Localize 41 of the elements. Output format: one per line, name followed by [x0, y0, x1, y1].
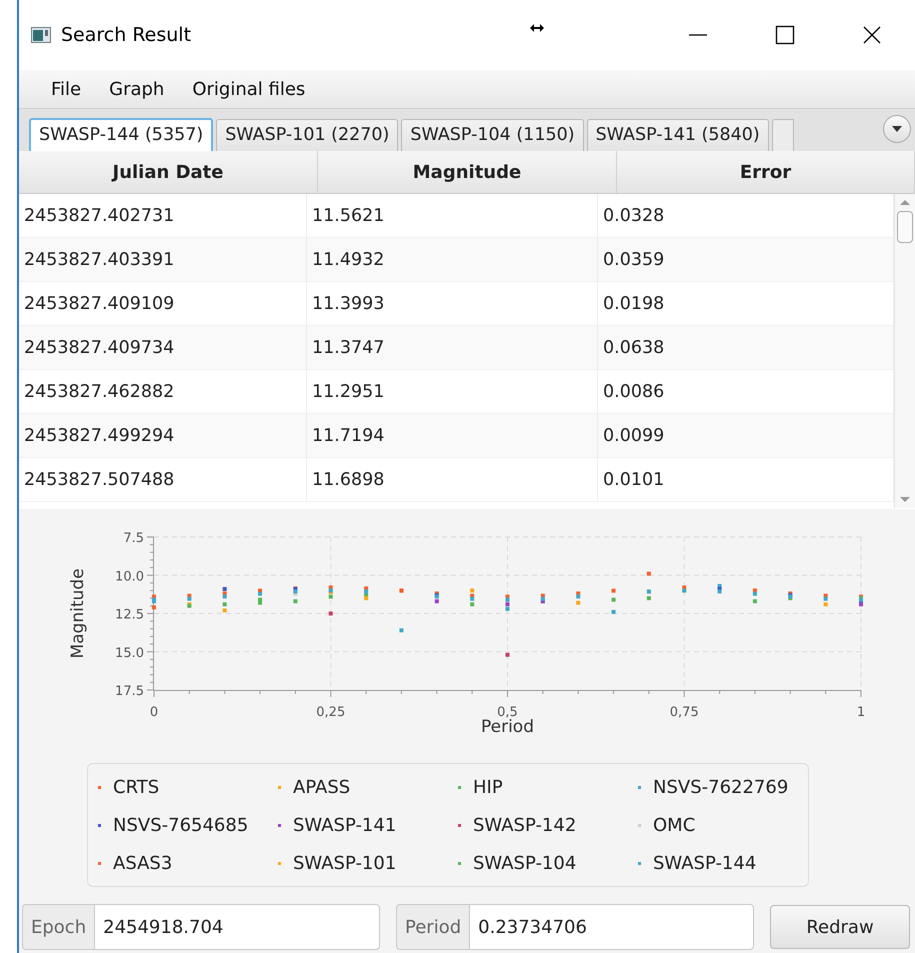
table-cell: 11.3747	[307, 326, 598, 369]
legend-label: SWASP-142	[473, 814, 576, 836]
legend-label: APASS	[293, 776, 350, 798]
field-label: Period	[396, 904, 470, 950]
table-cell: 2453827.499294	[19, 414, 307, 457]
table-cell: 11.3993	[307, 282, 598, 325]
tick-label: 0,25	[316, 705, 346, 720]
table-cell: 2453827.507488	[19, 458, 307, 501]
tick-label: 0,75	[670, 705, 699, 720]
legend-label: NSVS-7622769	[653, 776, 788, 798]
table-cell: 2453827.409734	[19, 326, 307, 369]
tick-label: 0,5	[497, 705, 518, 720]
table-cell: 2453827.403391	[19, 238, 307, 281]
table-cell: 11.7194	[307, 414, 598, 457]
legend-label: SWASP-141	[293, 814, 396, 836]
tick-label: 0	[150, 705, 158, 720]
tick-label: 7.5	[123, 531, 144, 546]
legend-label: SWASP-144	[653, 852, 756, 874]
table-cell: 2453827.409109	[19, 282, 307, 325]
legend-label: ASAS3	[113, 852, 172, 874]
tick-label: 12.5	[115, 608, 144, 622]
axis-title: Period	[481, 717, 534, 737]
table-cell: 11.2951	[307, 370, 598, 413]
legend-label: SWASP-101	[293, 852, 396, 874]
tick-label: 1	[856, 705, 866, 720]
tick-label: 15.0	[115, 646, 144, 661]
table-cell: 2453827.402731	[19, 194, 307, 237]
tick-label: 10.0	[115, 569, 144, 584]
legend-label: CRTS	[113, 776, 160, 798]
field-label: Epoch	[22, 904, 94, 950]
table-cell: 11.6898	[307, 458, 598, 501]
table-cell: 11.4932	[307, 238, 598, 281]
legend-label: HIP	[473, 776, 503, 798]
legend-label: NSVS-7654685	[113, 814, 248, 836]
table-cell: 2453827.462882	[19, 370, 307, 413]
table-cell: 11.5621	[307, 194, 598, 237]
window-title: Search Result	[61, 24, 192, 46]
axis-title: Magnitude	[68, 568, 88, 659]
legend-label: OMC	[653, 814, 696, 836]
legend-label: SWASP-104	[473, 852, 576, 874]
tick-label: 17.5	[115, 684, 144, 699]
